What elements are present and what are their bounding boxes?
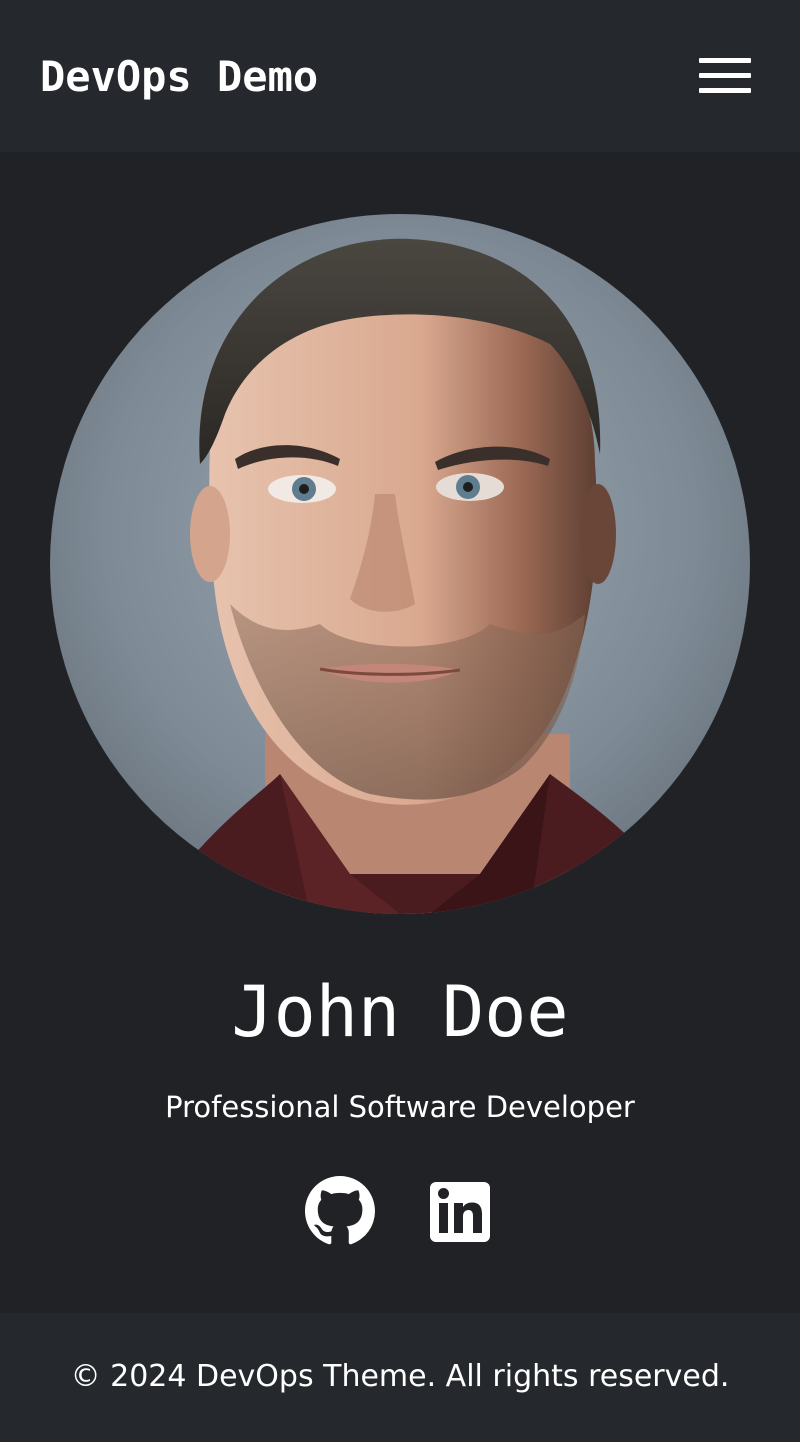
footer-copyright: © 2024 DevOps Theme. All rights reserved… — [70, 1359, 730, 1394]
menu-bar-line — [699, 58, 751, 63]
brand-title[interactable]: DevOps Demo — [40, 48, 318, 106]
profile-avatar — [50, 214, 750, 914]
hamburger-menu-icon[interactable] — [692, 52, 758, 100]
profile-title: Professional Software Developer — [165, 1090, 635, 1124]
profile-name: John Doe — [231, 971, 569, 1053]
menu-bar-line — [699, 88, 751, 93]
github-icon[interactable] — [305, 1176, 375, 1246]
menu-bar-line — [699, 73, 751, 78]
navbar: DevOps Demo — [0, 0, 800, 152]
linkedin-logo-svg — [430, 1182, 490, 1242]
linkedin-icon[interactable] — [426, 1176, 496, 1246]
avatar-portrait-image — [50, 214, 750, 914]
github-logo-svg — [305, 1176, 375, 1245]
